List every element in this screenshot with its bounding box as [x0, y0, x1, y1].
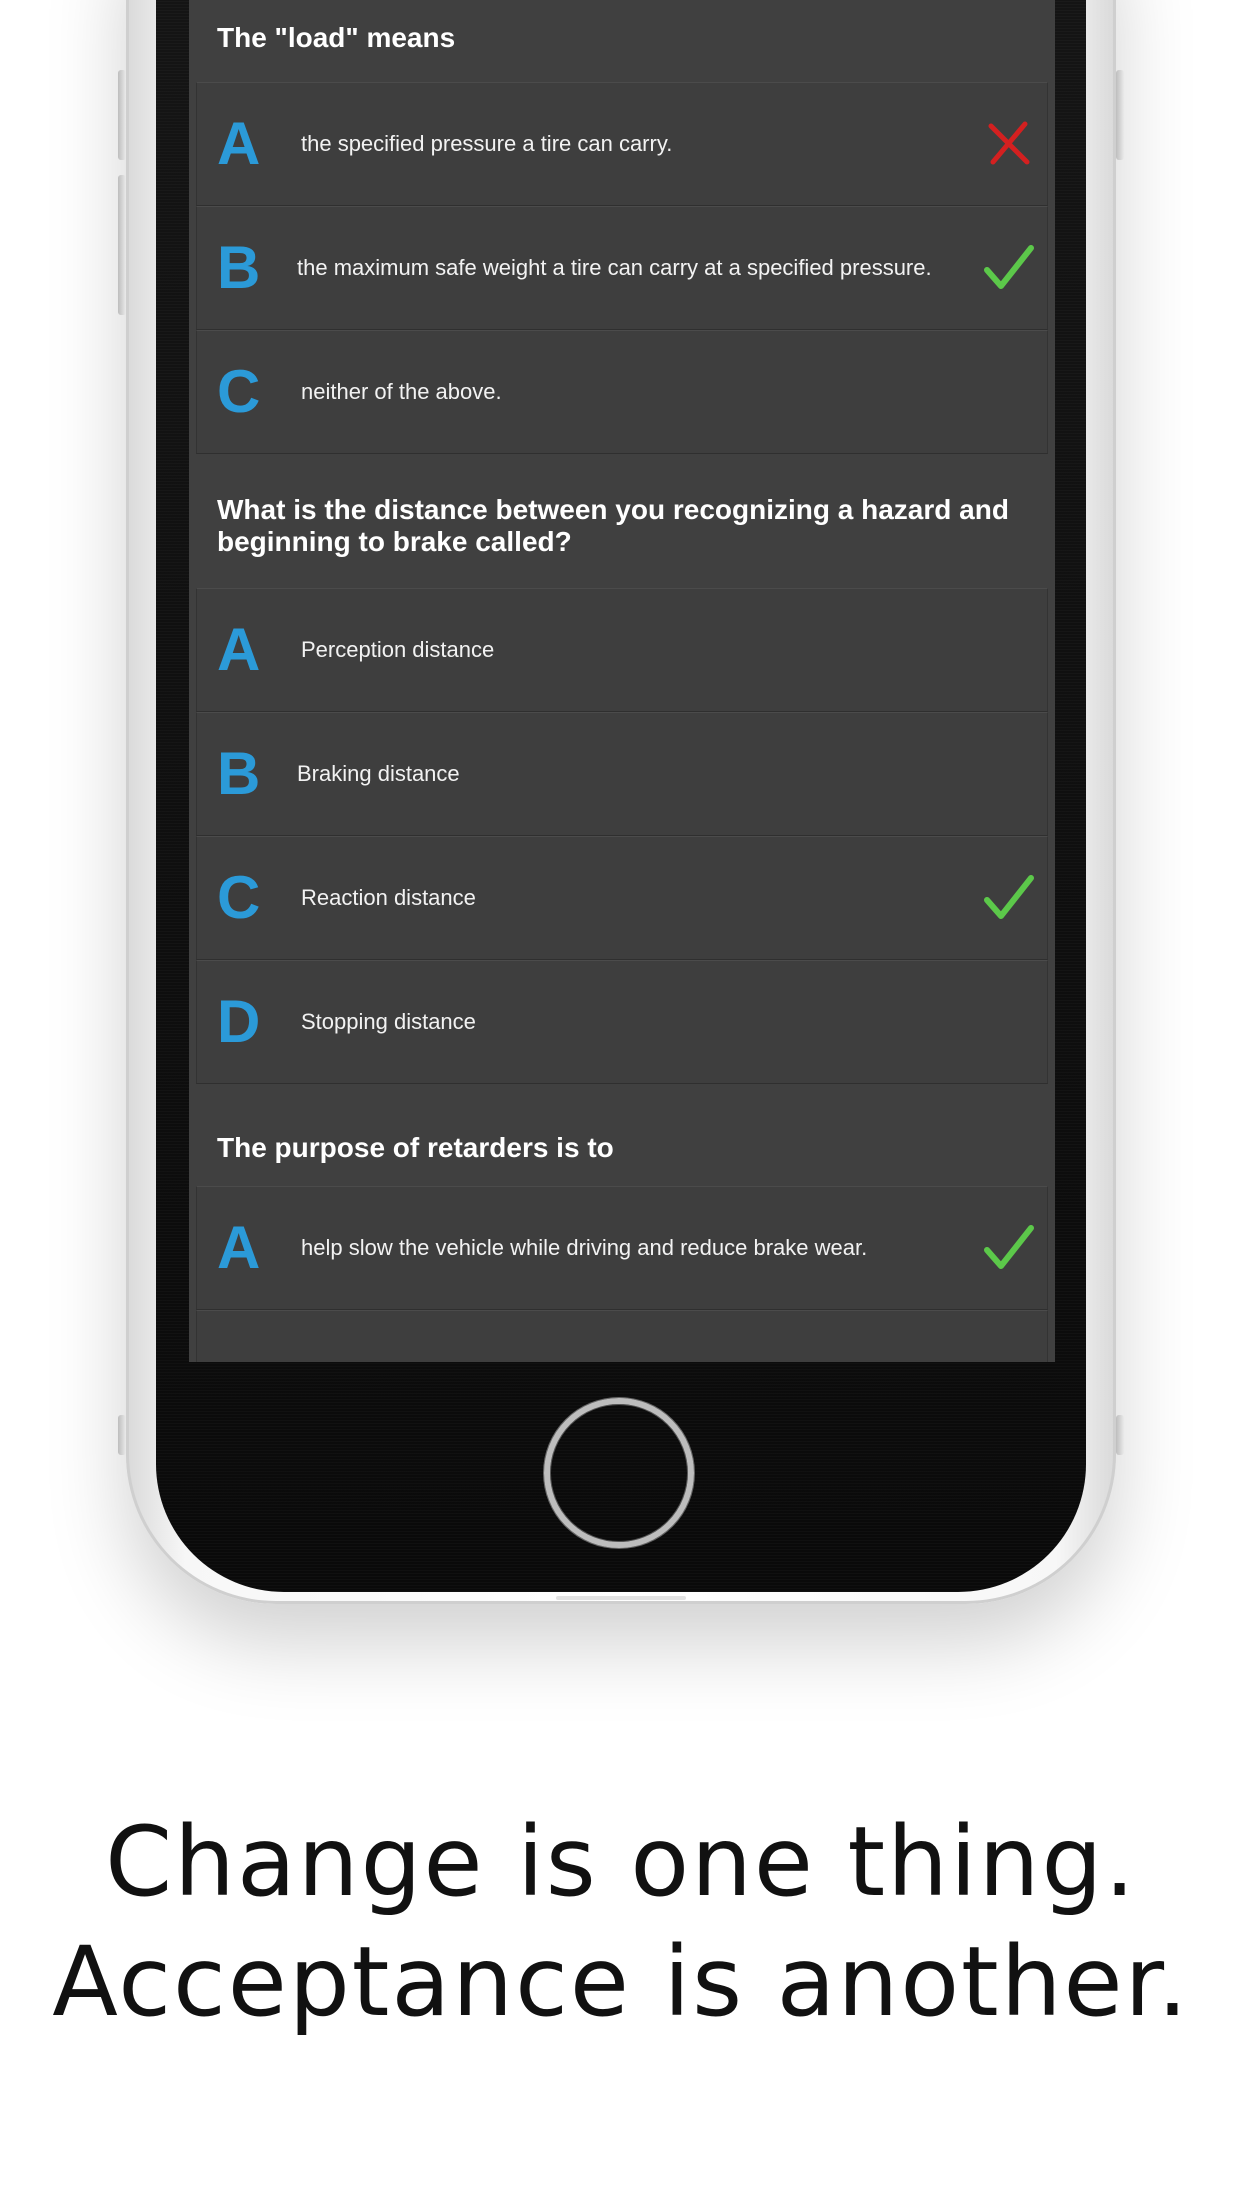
check-icon — [984, 1225, 1034, 1269]
home-button[interactable] — [544, 1398, 694, 1548]
answer-row[interactable]: C Reaction distance — [196, 836, 1048, 960]
answer-letter: B — [217, 234, 261, 301]
question-title: The purpose of retarders is to — [217, 1132, 614, 1163]
answer-letter: A — [217, 616, 261, 683]
answer-row[interactable]: B Braking distance — [196, 712, 1048, 836]
answer-row[interactable]: B the maximum safe weight a tire can car… — [196, 206, 1048, 330]
caption-line-1: Change is one thing. — [105, 1806, 1137, 1918]
answer-row[interactable]: A the specified pressure a tire can carr… — [196, 82, 1048, 206]
cross-icon — [988, 121, 1030, 165]
check-icon — [984, 245, 1034, 289]
answer-letter: D — [217, 988, 261, 1055]
answer-row[interactable]: A Perception distance — [196, 588, 1048, 712]
answer-row[interactable]: D Stopping distance — [196, 960, 1048, 1084]
side-button — [1116, 70, 1124, 160]
volume-button — [118, 70, 126, 160]
answer-text: Braking distance — [297, 761, 460, 786]
answer-letter: B — [217, 740, 261, 807]
answer-text: Perception distance — [301, 637, 495, 662]
answer-letter: C — [217, 864, 261, 931]
answer-row[interactable]: B — [196, 1310, 1048, 1362]
answer-row[interactable]: C neither of the above. — [196, 330, 1048, 454]
side-button — [1116, 1415, 1124, 1455]
bottom-seam — [556, 1596, 686, 1600]
answer-text: Stopping distance — [301, 1009, 476, 1034]
caption-line-2: Acceptance is another. — [52, 1926, 1190, 2038]
quiz-screen: The "load" means A the specified pressur… — [189, 0, 1055, 1362]
answer-text: the maximum safe weight a tire can carry… — [297, 255, 932, 280]
answer-letter: C — [217, 358, 261, 425]
answer-row[interactable]: A help slow the vehicle while driving an… — [196, 1186, 1048, 1310]
answer-text: the specified pressure a tire can carry. — [301, 131, 673, 156]
answer-letter: A — [217, 1214, 261, 1281]
question-title: What is the distance between you recogni… — [217, 494, 1009, 557]
answer-letter: A — [217, 110, 261, 177]
question-title: The "load" means — [217, 22, 456, 53]
answer-text: neither of the above. — [301, 379, 502, 404]
side-button — [118, 1415, 126, 1455]
answer-text: Reaction distance — [301, 885, 476, 910]
check-icon — [984, 875, 1034, 919]
volume-button — [118, 175, 126, 315]
answer-text: help slow the vehicle while driving and … — [301, 1235, 868, 1260]
